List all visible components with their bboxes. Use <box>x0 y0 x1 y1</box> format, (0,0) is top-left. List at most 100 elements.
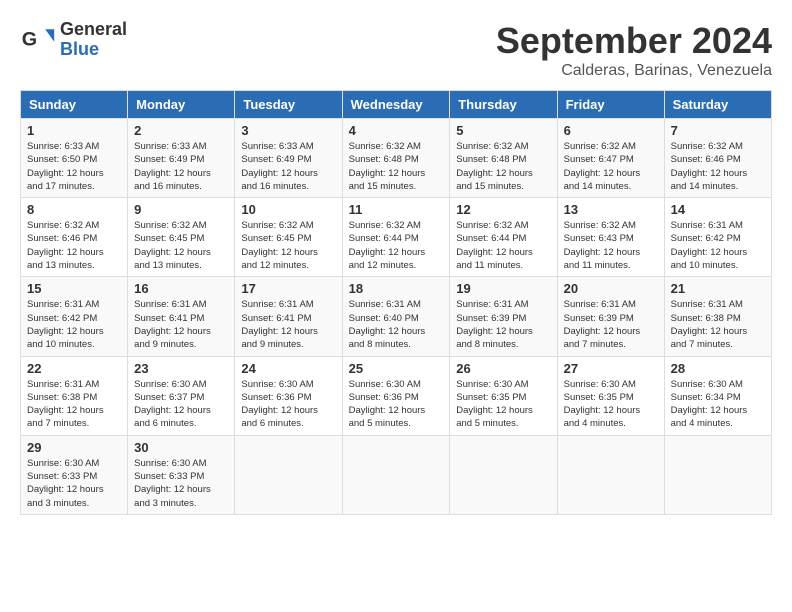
calendar-header: SundayMondayTuesdayWednesdayThursdayFrid… <box>21 91 772 119</box>
sunrise-label: Sunrise: 6:31 AM <box>134 299 206 310</box>
sunrise-label: Sunrise: 6:30 AM <box>134 379 206 390</box>
sunset-label: Sunset: 6:35 PM <box>564 392 634 403</box>
day-info: Sunrise: 6:30 AM Sunset: 6:36 PM Dayligh… <box>349 378 444 431</box>
sunrise-label: Sunrise: 6:32 AM <box>564 220 636 231</box>
day-info: Sunrise: 6:30 AM Sunset: 6:33 PM Dayligh… <box>134 457 228 510</box>
daylight-label: Daylight: 12 hours and 8 minutes. <box>349 326 426 350</box>
sunrise-label: Sunrise: 6:32 AM <box>456 220 528 231</box>
sunrise-label: Sunrise: 6:32 AM <box>349 220 421 231</box>
calendar: SundayMondayTuesdayWednesdayThursdayFrid… <box>20 90 772 515</box>
sunset-label: Sunset: 6:36 PM <box>349 392 419 403</box>
day-number: 23 <box>134 361 228 376</box>
day-info: Sunrise: 6:31 AM Sunset: 6:39 PM Dayligh… <box>564 298 658 351</box>
sunset-label: Sunset: 6:50 PM <box>27 154 97 165</box>
weekday-row: SundayMondayTuesdayWednesdayThursdayFrid… <box>21 91 772 119</box>
sunrise-label: Sunrise: 6:30 AM <box>564 379 636 390</box>
calendar-week: 1 Sunrise: 6:33 AM Sunset: 6:50 PM Dayli… <box>21 119 772 198</box>
sunset-label: Sunset: 6:33 PM <box>134 471 204 482</box>
calendar-week: 22 Sunrise: 6:31 AM Sunset: 6:38 PM Dayl… <box>21 356 772 435</box>
calendar-week: 15 Sunrise: 6:31 AM Sunset: 6:42 PM Dayl… <box>21 277 772 356</box>
day-info: Sunrise: 6:32 AM Sunset: 6:44 PM Dayligh… <box>456 219 550 272</box>
sunset-label: Sunset: 6:46 PM <box>671 154 741 165</box>
sunset-label: Sunset: 6:41 PM <box>134 313 204 324</box>
day-info: Sunrise: 6:32 AM Sunset: 6:43 PM Dayligh… <box>564 219 658 272</box>
sunset-label: Sunset: 6:39 PM <box>456 313 526 324</box>
daylight-label: Daylight: 12 hours and 4 minutes. <box>671 405 748 429</box>
calendar-cell: 14 Sunrise: 6:31 AM Sunset: 6:42 PM Dayl… <box>664 198 771 277</box>
calendar-cell: 11 Sunrise: 6:32 AM Sunset: 6:44 PM Dayl… <box>342 198 450 277</box>
sunrise-label: Sunrise: 6:32 AM <box>564 141 636 152</box>
sunset-label: Sunset: 6:46 PM <box>27 233 97 244</box>
day-number: 10 <box>241 202 335 217</box>
daylight-label: Daylight: 12 hours and 9 minutes. <box>134 326 211 350</box>
daylight-label: Daylight: 12 hours and 15 minutes. <box>349 168 426 192</box>
sunrise-label: Sunrise: 6:33 AM <box>27 141 99 152</box>
sunrise-label: Sunrise: 6:32 AM <box>456 141 528 152</box>
logo-text: General Blue <box>60 20 127 60</box>
sunset-label: Sunset: 6:49 PM <box>134 154 204 165</box>
calendar-cell: 7 Sunrise: 6:32 AM Sunset: 6:46 PM Dayli… <box>664 119 771 198</box>
daylight-label: Daylight: 12 hours and 14 minutes. <box>564 168 641 192</box>
logo-line2: Blue <box>60 40 127 60</box>
calendar-week: 29 Sunrise: 6:30 AM Sunset: 6:33 PM Dayl… <box>21 435 772 514</box>
day-number: 28 <box>671 361 765 376</box>
day-number: 18 <box>349 281 444 296</box>
day-number: 12 <box>456 202 550 217</box>
sunset-label: Sunset: 6:45 PM <box>134 233 204 244</box>
day-number: 14 <box>671 202 765 217</box>
daylight-label: Daylight: 12 hours and 3 minutes. <box>134 484 211 508</box>
sunrise-label: Sunrise: 6:32 AM <box>27 220 99 231</box>
daylight-label: Daylight: 12 hours and 7 minutes. <box>564 326 641 350</box>
day-info: Sunrise: 6:32 AM Sunset: 6:45 PM Dayligh… <box>134 219 228 272</box>
daylight-label: Daylight: 12 hours and 16 minutes. <box>134 168 211 192</box>
day-number: 25 <box>349 361 444 376</box>
day-info: Sunrise: 6:31 AM Sunset: 6:40 PM Dayligh… <box>349 298 444 351</box>
sunset-label: Sunset: 6:41 PM <box>241 313 311 324</box>
day-info: Sunrise: 6:32 AM Sunset: 6:46 PM Dayligh… <box>671 140 765 193</box>
day-number: 1 <box>27 123 121 138</box>
sunrise-label: Sunrise: 6:30 AM <box>349 379 421 390</box>
day-info: Sunrise: 6:31 AM Sunset: 6:38 PM Dayligh… <box>27 378 121 431</box>
sunset-label: Sunset: 6:40 PM <box>349 313 419 324</box>
daylight-label: Daylight: 12 hours and 13 minutes. <box>134 247 211 271</box>
calendar-cell: 2 Sunrise: 6:33 AM Sunset: 6:49 PM Dayli… <box>128 119 235 198</box>
day-info: Sunrise: 6:31 AM Sunset: 6:38 PM Dayligh… <box>671 298 765 351</box>
day-info: Sunrise: 6:33 AM Sunset: 6:50 PM Dayligh… <box>27 140 121 193</box>
day-info: Sunrise: 6:31 AM Sunset: 6:41 PM Dayligh… <box>134 298 228 351</box>
day-info: Sunrise: 6:31 AM Sunset: 6:39 PM Dayligh… <box>456 298 550 351</box>
location-title: Calderas, Barinas, Venezuela <box>496 62 772 80</box>
logo: G General Blue <box>20 20 127 60</box>
day-number: 16 <box>134 281 228 296</box>
daylight-label: Daylight: 12 hours and 8 minutes. <box>456 326 533 350</box>
day-number: 19 <box>456 281 550 296</box>
sunrise-label: Sunrise: 6:31 AM <box>564 299 636 310</box>
sunset-label: Sunset: 6:48 PM <box>349 154 419 165</box>
daylight-label: Daylight: 12 hours and 6 minutes. <box>241 405 318 429</box>
weekday-header: Friday <box>557 91 664 119</box>
calendar-cell: 1 Sunrise: 6:33 AM Sunset: 6:50 PM Dayli… <box>21 119 128 198</box>
day-number: 20 <box>564 281 658 296</box>
sunset-label: Sunset: 6:37 PM <box>134 392 204 403</box>
day-number: 9 <box>134 202 228 217</box>
daylight-label: Daylight: 12 hours and 15 minutes. <box>456 168 533 192</box>
sunset-label: Sunset: 6:33 PM <box>27 471 97 482</box>
day-info: Sunrise: 6:33 AM Sunset: 6:49 PM Dayligh… <box>134 140 228 193</box>
sunrise-label: Sunrise: 6:30 AM <box>456 379 528 390</box>
sunset-label: Sunset: 6:43 PM <box>564 233 634 244</box>
daylight-label: Daylight: 12 hours and 5 minutes. <box>349 405 426 429</box>
day-number: 4 <box>349 123 444 138</box>
sunset-label: Sunset: 6:47 PM <box>564 154 634 165</box>
calendar-cell: 26 Sunrise: 6:30 AM Sunset: 6:35 PM Dayl… <box>450 356 557 435</box>
day-info: Sunrise: 6:32 AM Sunset: 6:48 PM Dayligh… <box>456 140 550 193</box>
sunrise-label: Sunrise: 6:31 AM <box>349 299 421 310</box>
day-number: 27 <box>564 361 658 376</box>
sunrise-label: Sunrise: 6:33 AM <box>134 141 206 152</box>
calendar-cell: 29 Sunrise: 6:30 AM Sunset: 6:33 PM Dayl… <box>21 435 128 514</box>
sunset-label: Sunset: 6:42 PM <box>671 233 741 244</box>
sunrise-label: Sunrise: 6:30 AM <box>241 379 313 390</box>
calendar-cell: 21 Sunrise: 6:31 AM Sunset: 6:38 PM Dayl… <box>664 277 771 356</box>
daylight-label: Daylight: 12 hours and 17 minutes. <box>27 168 104 192</box>
calendar-cell: 24 Sunrise: 6:30 AM Sunset: 6:36 PM Dayl… <box>235 356 342 435</box>
sunrise-label: Sunrise: 6:32 AM <box>349 141 421 152</box>
calendar-cell: 13 Sunrise: 6:32 AM Sunset: 6:43 PM Dayl… <box>557 198 664 277</box>
